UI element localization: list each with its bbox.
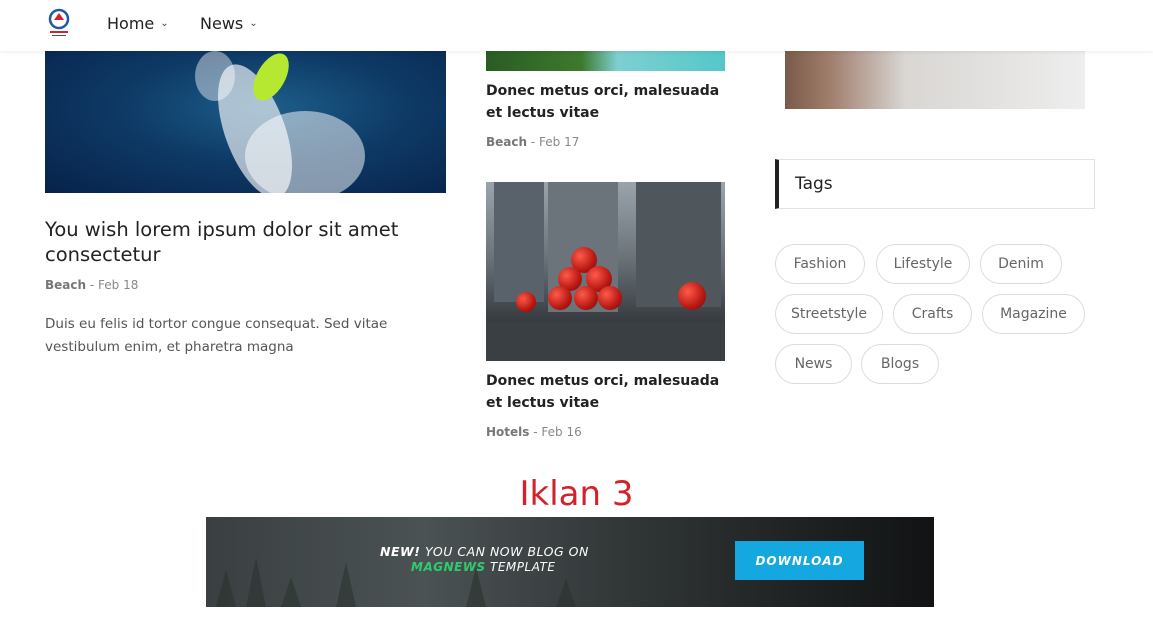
tag-news[interactable]: News — [775, 344, 852, 384]
post-title[interactable]: Donec metus orci, malesuada et lectus vi… — [486, 370, 726, 414]
download-button[interactable]: DOWNLOAD — [735, 541, 864, 580]
tag-fashion[interactable]: Fashion — [775, 244, 865, 284]
tags-title: Tags — [795, 174, 833, 194]
site-logo-icon — [48, 8, 70, 36]
chevron-down-icon: ⌄ — [249, 18, 258, 29]
featured-post-meta: Beach - Feb 18 — [45, 278, 139, 292]
post-date: Feb 16 — [541, 425, 582, 439]
tag-crafts[interactable]: Crafts — [893, 294, 972, 334]
featured-post-title[interactable]: You wish lorem ipsum dolor sit amet cons… — [45, 217, 445, 267]
featured-post-image[interactable] — [45, 51, 446, 193]
ad-subline: MAGNEWS TEMPLATE — [411, 560, 555, 574]
tag-lifestyle[interactable]: Lifestyle — [876, 244, 970, 284]
tag-streetstyle[interactable]: Streetstyle — [775, 294, 883, 334]
ad-headline: NEW! YOU CAN NOW BLOG ON — [380, 544, 589, 559]
ad-subline-rest: TEMPLATE — [485, 560, 556, 574]
post-image-beach[interactable] — [486, 51, 725, 71]
site-logo[interactable] — [46, 8, 72, 38]
post-title[interactable]: Donec metus orci, malesuada et lectus vi… — [486, 80, 726, 124]
ad-headline-rest: YOU CAN NOW BLOG ON — [420, 544, 589, 559]
tags-widget-header: Tags — [775, 159, 1095, 209]
post-image-city[interactable] — [486, 182, 725, 361]
ad-headline-new: NEW! — [380, 544, 421, 559]
post-date: Feb 18 — [98, 278, 139, 292]
top-navbar: Home ⌄ News ⌄ — [0, 0, 1153, 51]
post-meta: Beach - Feb 17 — [486, 135, 580, 149]
nav-news[interactable]: News ⌄ — [200, 14, 258, 33]
nav-home-label: Home — [107, 14, 155, 33]
post-category[interactable]: Beach — [45, 278, 86, 292]
nav-news-label: News — [200, 14, 244, 33]
ad-label: Iklan 3 — [519, 474, 634, 514]
post-meta: Hotels - Feb 16 — [486, 425, 582, 439]
post-date: Feb 17 — [539, 135, 580, 149]
nav-home[interactable]: Home ⌄ — [107, 14, 169, 33]
chevron-down-icon: ⌄ — [160, 18, 169, 29]
post-category[interactable]: Beach — [486, 135, 527, 149]
post-category[interactable]: Hotels — [486, 425, 529, 439]
tag-denim[interactable]: Denim — [980, 244, 1062, 284]
tag-magazine[interactable]: Magazine — [982, 294, 1085, 334]
featured-post-excerpt: Duis eu felis id tortor congue consequat… — [45, 316, 388, 355]
tag-blogs[interactable]: Blogs — [861, 344, 939, 384]
sidebar-image[interactable] — [785, 51, 1085, 109]
ad-brand: MAGNEWS — [411, 560, 486, 574]
ad-banner[interactable]: NEW! YOU CAN NOW BLOG ON MAGNEWS TEMPLAT… — [206, 517, 934, 607]
